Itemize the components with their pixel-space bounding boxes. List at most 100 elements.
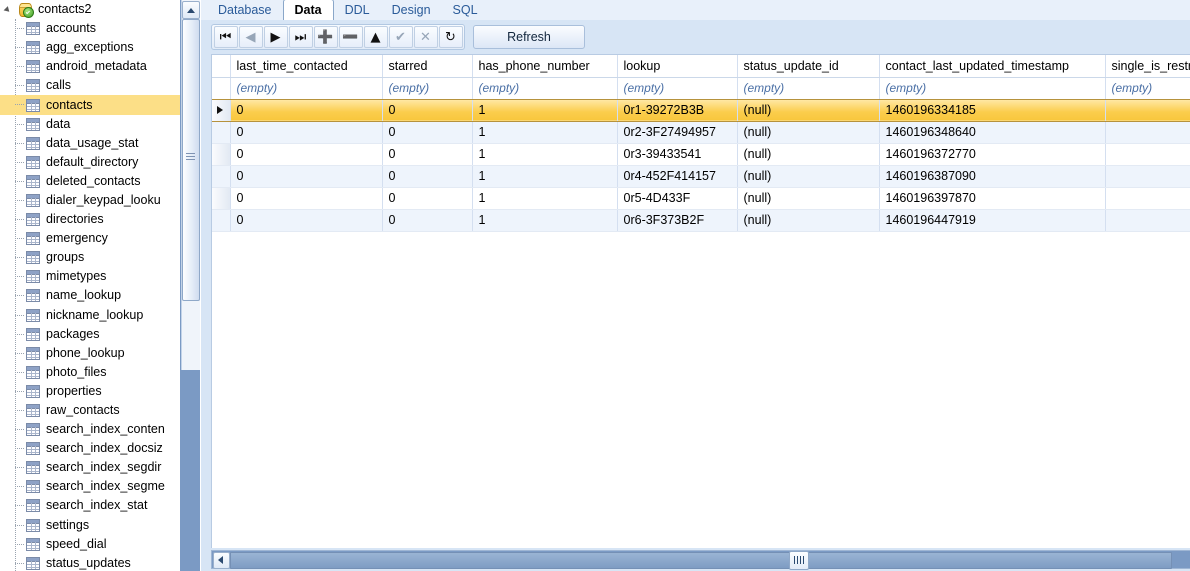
cell-starred[interactable]: 0 — [382, 121, 473, 144]
cell-has_phone_number[interactable]: 1 — [472, 143, 618, 166]
cell-single_is_restr[interactable] — [1105, 143, 1190, 166]
data-grid-container[interactable]: last_time_contacted starred has_phone_numb… — [211, 54, 1190, 548]
cell-starred[interactable]: 0 — [382, 99, 473, 122]
revert-button[interactable]: ↻ — [438, 26, 463, 48]
column-filter-starred[interactable]: (empty) — [382, 77, 473, 100]
chevron-expanded-icon[interactable] — [4, 4, 16, 16]
cell-single_is_restr[interactable] — [1105, 121, 1190, 144]
sidebar-item-speed_dial[interactable]: speed_dial — [0, 535, 180, 554]
cell-has_phone_number[interactable]: 1 — [472, 165, 618, 188]
cell-lookup[interactable]: 0r5-4D433F — [617, 187, 738, 210]
scroll-left-arrow-icon[interactable] — [213, 552, 230, 569]
cell-starred[interactable]: 0 — [382, 165, 473, 188]
sidebar-item-dialer_keypad_looku[interactable]: dialer_keypad_looku — [0, 191, 180, 210]
column-filter-contact_last_updated_timestamp[interactable]: (empty) — [879, 77, 1106, 100]
sidebar-item-phone_lookup[interactable]: phone_lookup — [0, 344, 180, 363]
cell-contact_last_updated_timestamp[interactable]: 1460196348640 — [879, 121, 1106, 144]
refresh-button[interactable]: Refresh — [473, 25, 585, 49]
cell-contact_last_updated_timestamp[interactable]: 1460196372770 — [879, 143, 1106, 166]
column-filter-lookup[interactable]: (empty) — [617, 77, 738, 100]
row-marker-cell[interactable] — [212, 187, 231, 210]
cell-starred[interactable]: 0 — [382, 143, 473, 166]
column-header-has_phone_number[interactable]: has_phone_number — [472, 55, 618, 78]
cell-status_update_id[interactable]: (null) — [737, 143, 880, 166]
column-header-status_update_id[interactable]: status_update_id — [737, 55, 880, 78]
column-filter-status_update_id[interactable]: (empty) — [737, 77, 880, 100]
last-record-button[interactable]: ⏭ — [288, 26, 313, 48]
column-filter-has_phone_number[interactable]: (empty) — [472, 77, 618, 100]
cell-last_time_contacted[interactable]: 0 — [230, 143, 383, 166]
cell-contact_last_updated_timestamp[interactable]: 1460196387090 — [879, 165, 1106, 188]
sidebar-item-groups[interactable]: groups — [0, 248, 180, 267]
sidebar-item-calls[interactable]: calls — [0, 76, 180, 95]
cell-status_update_id[interactable]: (null) — [737, 187, 880, 210]
sidebar-item-packages[interactable]: packages — [0, 325, 180, 344]
cell-status_update_id[interactable]: (null) — [737, 209, 880, 232]
horizontal-scrollbar-thumb[interactable] — [230, 552, 1172, 569]
column-header-last_time_contacted[interactable]: last_time_contacted — [230, 55, 383, 78]
cell-starred[interactable]: 0 — [382, 187, 473, 210]
cell-contact_last_updated_timestamp[interactable]: 1460196447919 — [879, 209, 1106, 232]
next-record-button[interactable]: ▶ — [263, 26, 288, 48]
sidebar-item-default_directory[interactable]: default_directory — [0, 153, 180, 172]
cell-single_is_restr[interactable] — [1105, 99, 1190, 122]
sidebar-item-accounts[interactable]: accounts — [0, 19, 180, 38]
sidebar-item-directories[interactable]: directories — [0, 210, 180, 229]
cell-last_time_contacted[interactable]: 0 — [230, 99, 383, 122]
table-row[interactable]: 0 0 1 0r2-3F27494957 (null) 1460196348640 — [212, 121, 1190, 144]
column-resize-grip-icon[interactable] — [789, 551, 809, 570]
row-marker-cell[interactable] — [212, 99, 231, 122]
sidebar-item-raw_contacts[interactable]: raw_contacts — [0, 401, 180, 420]
column-header-starred[interactable]: starred — [382, 55, 473, 78]
sidebar-item-contacts[interactable]: contacts — [0, 95, 180, 115]
row-marker-cell[interactable] — [212, 165, 231, 188]
sidebar-item-agg_exceptions[interactable]: agg_exceptions — [0, 38, 180, 57]
cell-lookup[interactable]: 0r4-452F414157 — [617, 165, 738, 188]
table-row[interactable]: 0 0 1 0r3-39433541 (null) 1460196372770 — [212, 143, 1190, 166]
column-filter-row[interactable]: (empty) (empty) (empty) (empty) (empty) (empt… — [212, 77, 1190, 100]
cell-last_time_contacted[interactable]: 0 — [230, 187, 383, 210]
sidebar-item-nickname_lookup[interactable]: nickname_lookup — [0, 306, 180, 325]
grid-horizontal-scrollbar[interactable] — [211, 550, 1190, 570]
table-row[interactable]: 0 0 1 0r1-39272B3B (null) 1460196334185 — [212, 99, 1190, 122]
tab-data[interactable]: Data — [282, 0, 334, 21]
tree-vertical-scrollbar[interactable] — [180, 0, 200, 571]
tree-root-database[interactable]: contacts2 — [0, 0, 180, 19]
sidebar-item-search_index_stat[interactable]: search_index_stat — [0, 496, 180, 515]
sidebar-item-data_usage_stat[interactable]: data_usage_stat — [0, 134, 180, 153]
column-filter-last_time_contacted[interactable]: (empty) — [230, 77, 383, 100]
previous-record-button[interactable]: ◀ — [238, 26, 263, 48]
cell-last_time_contacted[interactable]: 0 — [230, 121, 383, 144]
cell-has_phone_number[interactable]: 1 — [472, 209, 618, 232]
cell-contact_last_updated_timestamp[interactable]: 1460196397870 — [879, 187, 1106, 210]
sidebar-item-data[interactable]: data — [0, 115, 180, 134]
scroll-up-arrow-icon[interactable] — [182, 1, 200, 19]
sidebar-item-status_updates[interactable]: status_updates — [0, 554, 180, 571]
row-marker-cell[interactable] — [212, 121, 231, 144]
cell-contact_last_updated_timestamp[interactable]: 1460196334185 — [879, 99, 1106, 122]
sidebar-item-search_index_segme[interactable]: search_index_segme — [0, 477, 180, 496]
cell-status_update_id[interactable]: (null) — [737, 121, 880, 144]
sidebar-item-properties[interactable]: properties — [0, 382, 180, 401]
sidebar-item-name_lookup[interactable]: name_lookup — [0, 286, 180, 305]
sidebar-item-photo_files[interactable]: photo_files — [0, 363, 180, 382]
cell-last_time_contacted[interactable]: 0 — [230, 209, 383, 232]
column-filter-single_is_restr[interactable]: (empty) — [1105, 77, 1190, 100]
first-record-button[interactable]: ⏮ — [213, 26, 238, 48]
grid-body[interactable]: 0 0 1 0r1-39272B3B (null) 1460196334185 0 0 1 0r2… — [212, 99, 1190, 232]
sidebar-item-search_index_docsiz[interactable]: search_index_docsiz — [0, 439, 180, 458]
cell-has_phone_number[interactable]: 1 — [472, 99, 618, 122]
cell-lookup[interactable]: 0r3-39433541 — [617, 143, 738, 166]
tree-scrollbar-thumb[interactable] — [182, 19, 200, 301]
cell-single_is_restr[interactable] — [1105, 209, 1190, 232]
cell-has_phone_number[interactable]: 1 — [472, 187, 618, 210]
sidebar-item-deleted_contacts[interactable]: deleted_contacts — [0, 172, 180, 191]
cell-starred[interactable]: 0 — [382, 209, 473, 232]
cell-lookup[interactable]: 0r6-3F373B2F — [617, 209, 738, 232]
cell-lookup[interactable]: 0r2-3F27494957 — [617, 121, 738, 144]
table-row[interactable]: 0 0 1 0r5-4D433F (null) 1460196397870 — [212, 187, 1190, 210]
table-row[interactable]: 0 0 1 0r6-3F373B2F (null) 1460196447919 — [212, 209, 1190, 232]
tab-design[interactable]: Design — [381, 0, 442, 20]
tab-sql[interactable]: SQL — [442, 0, 489, 20]
cell-status_update_id[interactable]: (null) — [737, 99, 880, 122]
